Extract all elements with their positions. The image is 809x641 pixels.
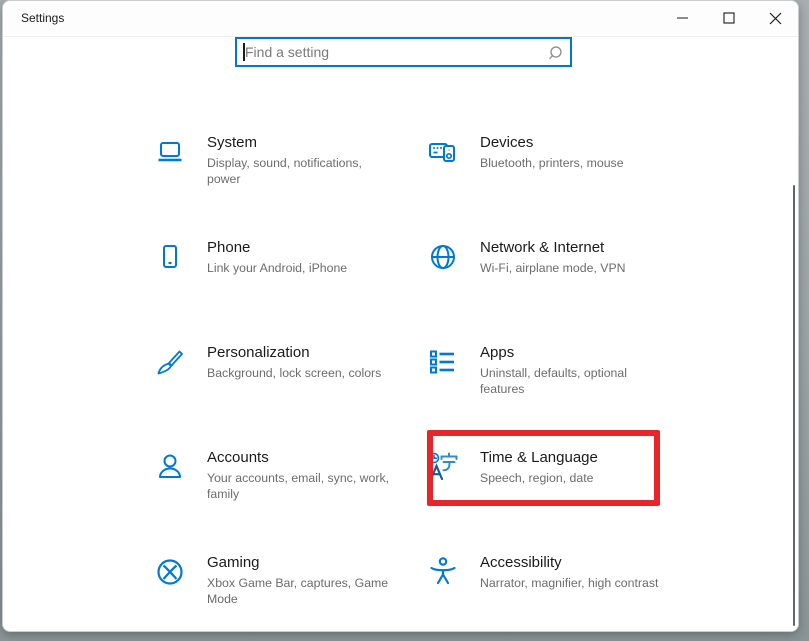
laptop-icon xyxy=(154,136,186,168)
category-description: Wi-Fi, airplane mode, VPN xyxy=(480,261,664,277)
titlebar: Settings xyxy=(3,1,798,37)
accessibility-icon xyxy=(427,556,459,588)
category-tile-accessibility[interactable]: Accessibility Narrator, magnifier, high … xyxy=(417,550,690,632)
category-description: Link your Android, iPhone xyxy=(207,261,391,277)
window-controls xyxy=(660,1,798,36)
category-description: Uninstall, defaults, optional features xyxy=(480,366,664,397)
category-tile-phone[interactable]: Phone Link your Android, iPhone xyxy=(144,235,417,340)
settings-window: Settings xyxy=(2,0,799,632)
category-tile-personalization[interactable]: Personalization Background, lock screen,… xyxy=(144,340,417,445)
search-box xyxy=(235,37,572,67)
highlight-box xyxy=(427,430,660,506)
category-title: Gaming xyxy=(207,553,391,573)
xbox-icon xyxy=(154,556,186,588)
search-input[interactable] xyxy=(237,39,570,65)
category-title: Network & Internet xyxy=(480,238,664,258)
maximize-button[interactable] xyxy=(706,1,752,35)
paintbrush-icon xyxy=(154,346,186,378)
category-title: Personalization xyxy=(207,343,391,363)
close-button[interactable] xyxy=(752,1,798,35)
categories-grid: System Display, sound, notifications, po… xyxy=(144,130,690,632)
category-tile-system[interactable]: System Display, sound, notifications, po… xyxy=(144,130,417,235)
maximize-icon xyxy=(723,12,735,24)
apps-list-icon xyxy=(427,346,459,378)
minimize-button[interactable] xyxy=(660,1,706,35)
category-title: System xyxy=(207,133,391,153)
category-tile-devices[interactable]: Devices Bluetooth, printers, mouse xyxy=(417,130,690,235)
category-tile-accounts[interactable]: Accounts Your accounts, email, sync, wor… xyxy=(144,445,417,550)
window-title: Settings xyxy=(21,11,64,25)
text-caret xyxy=(243,43,245,61)
category-title: Accounts xyxy=(207,448,391,468)
phone-icon xyxy=(154,241,186,273)
category-description: Display, sound, notifications, power xyxy=(207,156,391,187)
settings-content: System Display, sound, notifications, po… xyxy=(3,37,798,632)
close-icon xyxy=(769,12,782,25)
category-title: Accessibility xyxy=(480,553,664,573)
category-title: Apps xyxy=(480,343,664,363)
person-icon xyxy=(154,451,186,483)
category-description: Your accounts, email, sync, work, family xyxy=(207,471,391,502)
scrollbar-thumb[interactable] xyxy=(793,185,795,626)
category-description: Xbox Game Bar, captures, Game Mode xyxy=(207,576,391,607)
globe-icon xyxy=(427,241,459,273)
category-description: Narrator, magnifier, high contrast xyxy=(480,576,664,592)
category-title: Devices xyxy=(480,133,664,153)
category-title: Phone xyxy=(207,238,391,258)
category-tile-network[interactable]: Network & Internet Wi-Fi, airplane mode,… xyxy=(417,235,690,340)
category-description: Background, lock screen, colors xyxy=(207,366,391,382)
devices-icon xyxy=(427,136,459,168)
category-description: Bluetooth, printers, mouse xyxy=(480,156,664,172)
minimize-icon xyxy=(677,12,689,24)
category-tile-gaming[interactable]: Gaming Xbox Game Bar, captures, Game Mod… xyxy=(144,550,417,632)
search-icon xyxy=(547,45,563,61)
